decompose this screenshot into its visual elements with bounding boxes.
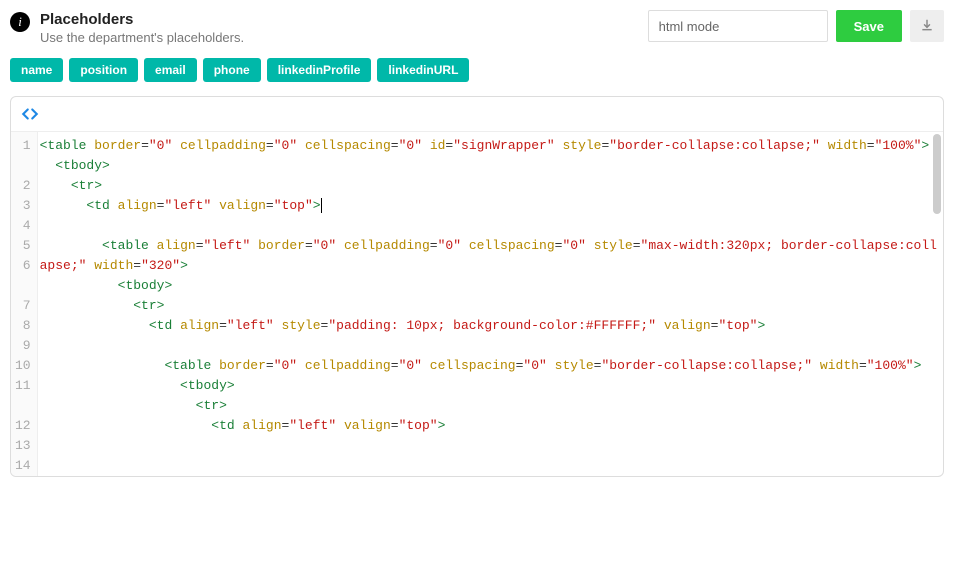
- code-line[interactable]: <tbody>: [40, 376, 939, 396]
- placeholder-tag-name[interactable]: name: [10, 58, 63, 82]
- scrollbar-thumb[interactable]: [933, 134, 941, 214]
- download-icon: [920, 18, 934, 35]
- code-line[interactable]: <tbody>: [40, 156, 939, 176]
- code-line[interactable]: <td align="left" valign="top">: [40, 196, 939, 216]
- editor-panel: 1234567891011121314 <table border="0" ce…: [10, 96, 944, 477]
- code-line[interactable]: <tr>: [40, 176, 939, 196]
- line-gutter: 1234567891011121314: [11, 132, 38, 476]
- code-line[interactable]: <table border="0" cellpadding="0" cellsp…: [40, 136, 939, 156]
- download-button[interactable]: [910, 10, 944, 42]
- code-line[interactable]: <tr>: [40, 296, 939, 316]
- header-controls: Save: [648, 10, 944, 42]
- code-area[interactable]: <table border="0" cellpadding="0" cellsp…: [38, 132, 943, 476]
- placeholder-tag-phone[interactable]: phone: [203, 58, 261, 82]
- placeholder-tag-position[interactable]: position: [69, 58, 138, 82]
- code-line[interactable]: <tr>: [40, 396, 939, 416]
- editor-body[interactable]: 1234567891011121314 <table border="0" ce…: [11, 131, 943, 476]
- mode-input[interactable]: [648, 10, 828, 42]
- save-button[interactable]: Save: [836, 10, 902, 42]
- header: i Placeholders Use the department's plac…: [10, 10, 944, 46]
- title-block: Placeholders Use the department's placeh…: [40, 10, 244, 46]
- placeholder-tags: namepositionemailphonelinkedinProfilelin…: [10, 58, 944, 82]
- code-line[interactable]: <tbody>: [40, 276, 939, 296]
- header-left: i Placeholders Use the department's plac…: [10, 10, 244, 46]
- code-line[interactable]: <td align="left" valign="top">: [40, 416, 939, 436]
- code-line[interactable]: <table border="0" cellpadding="0" cellsp…: [40, 356, 939, 376]
- code-line[interactable]: <td align="left" style="padding: 10px; b…: [40, 316, 939, 336]
- placeholder-tag-email[interactable]: email: [144, 58, 197, 82]
- page-title: Placeholders: [40, 10, 244, 30]
- code-icon[interactable]: [21, 105, 933, 123]
- code-line[interactable]: <table align="left" border="0" cellpaddi…: [40, 236, 939, 276]
- page-subtitle: Use the department's placeholders.: [40, 30, 244, 47]
- placeholder-tag-linkedinURL[interactable]: linkedinURL: [377, 58, 469, 82]
- placeholder-tag-linkedinProfile[interactable]: linkedinProfile: [267, 58, 372, 82]
- editor-toolbar: [11, 97, 943, 131]
- code-line[interactable]: [40, 336, 939, 356]
- info-icon: i: [10, 12, 30, 32]
- code-line[interactable]: [40, 216, 939, 236]
